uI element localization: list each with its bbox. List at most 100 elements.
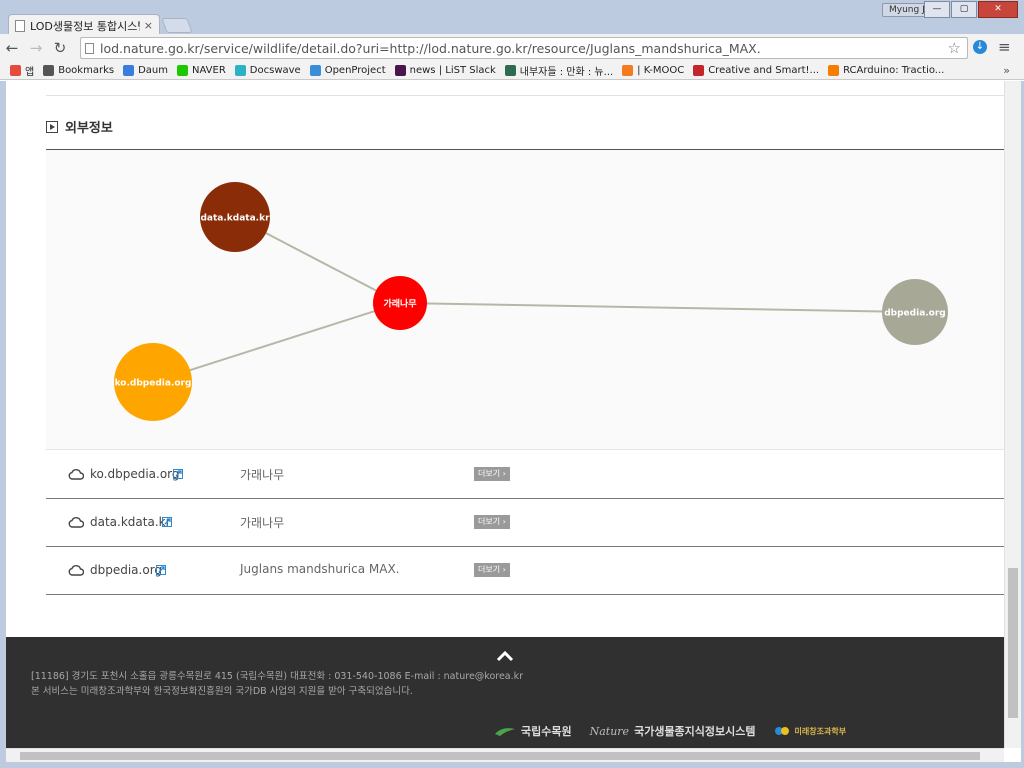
play-box-icon bbox=[46, 120, 58, 133]
cloud-icon bbox=[68, 517, 84, 528]
bookmark-item[interactable]: 내부자들 : 만화 : 뉴... bbox=[504, 63, 614, 78]
footer: [11186] 경기도 포천시 소홀읍 광릉수목원로 415 (국립수목원) 대… bbox=[6, 637, 1004, 748]
bookmark-label: Daum bbox=[138, 65, 168, 76]
cloud-icon bbox=[68, 469, 84, 480]
graph-node-label: data.kdata.kr bbox=[200, 214, 270, 224]
link-graph-panel: data.kdata.kr ko.dbpedia.org dbpedia.org 가래… bbox=[46, 150, 1004, 450]
bookmarks-bar: 앱 Bookmarks Daum NAVER Docswave OpenProject ne… bbox=[0, 62, 1024, 80]
bookmark-item[interactable]: Bookmarks bbox=[43, 65, 114, 76]
footer-address: [11186] 경기도 포천시 소홀읍 광릉수목원로 415 (국립수목원) 대… bbox=[31, 671, 524, 682]
footer-note: 본 서비스는 미래창조과학부와 한국정보화진흥원의 국가DB 사업의 지원을 받… bbox=[31, 686, 413, 697]
bookmark-item[interactable]: 앱 bbox=[10, 63, 34, 78]
bookmark-star-icon[interactable]: ☆ bbox=[948, 39, 967, 57]
scrollbar-thumb[interactable] bbox=[1008, 568, 1018, 718]
graph-node[interactable]: ko.dbpedia.org bbox=[114, 343, 192, 421]
more-button[interactable]: 더보기 › bbox=[474, 515, 510, 529]
external-link-icon[interactable] bbox=[156, 565, 166, 575]
bookmark-favicon-icon bbox=[622, 65, 634, 76]
resource-label: Juglans mandshurica MAX. bbox=[240, 562, 400, 576]
forward-icon[interactable]: → bbox=[24, 39, 48, 57]
page-viewport: 외부정보 data.kdata.kr ko.dbpedia.org dbpedia.… bbox=[6, 81, 1004, 748]
bookmark-item[interactable]: news | LiST Slack bbox=[394, 65, 496, 76]
source-name[interactable]: data.kdata.kr bbox=[90, 515, 171, 529]
bookmark-item[interactable]: OpenProject bbox=[309, 65, 386, 76]
back-icon[interactable]: ← bbox=[0, 39, 24, 57]
bookmark-item[interactable]: RCArduino: Tractio... bbox=[828, 65, 944, 76]
maximize-button[interactable]: ▢ bbox=[951, 1, 977, 18]
cloud-icon bbox=[68, 565, 84, 576]
logo-ministry[interactable]: 미래창조과학부 bbox=[774, 724, 847, 738]
bookmark-item[interactable]: NAVER bbox=[177, 65, 226, 76]
resource-label: 가래나무 bbox=[240, 468, 285, 482]
section-header: 외부정보 bbox=[46, 117, 113, 136]
link-row: data.kdata.kr 가래나무 더보기 › bbox=[46, 499, 1004, 547]
horizontal-scrollbar[interactable] bbox=[6, 748, 1004, 762]
graph-node-label: ko.dbpedia.org bbox=[115, 379, 192, 389]
bookmark-favicon-icon bbox=[43, 65, 55, 76]
more-button[interactable]: 더보기 › bbox=[474, 563, 510, 577]
bookmark-label: news | LiST Slack bbox=[409, 65, 496, 76]
graph-node[interactable]: data.kdata.kr bbox=[200, 182, 270, 252]
bookmark-item[interactable]: | K-MOOC bbox=[622, 65, 684, 76]
source-name[interactable]: dbpedia.org bbox=[90, 563, 162, 577]
close-window-button[interactable]: ✕ bbox=[978, 1, 1018, 18]
url-text[interactable]: lod.nature.go.kr/service/wildlife/detail… bbox=[100, 41, 948, 56]
source-name[interactable]: ko.dbpedia.org bbox=[90, 467, 180, 481]
graph-node-label: 가래나무 bbox=[383, 298, 416, 310]
bookmark-favicon-icon bbox=[309, 65, 321, 76]
link-row: ko.dbpedia.org 가래나무 더보기 › bbox=[46, 451, 1004, 499]
menu-icon[interactable]: ≡ bbox=[998, 38, 1011, 56]
extension-icon[interactable]: ↓ bbox=[973, 40, 987, 54]
bookmark-favicon-icon bbox=[504, 65, 516, 76]
vertical-scrollbar[interactable] bbox=[1004, 81, 1021, 748]
address-bar[interactable]: lod.nature.go.kr/service/wildlife/detail… bbox=[80, 37, 968, 59]
nature-logo-mark: Nature bbox=[589, 724, 630, 738]
bookmark-favicon-icon bbox=[234, 65, 246, 76]
bookmark-favicon-icon bbox=[394, 65, 406, 76]
bookmarks-overflow-icon[interactable]: » bbox=[1003, 64, 1010, 77]
tab-close-icon[interactable]: × bbox=[144, 19, 153, 32]
window-controls: — ▢ ✕ bbox=[923, 1, 1018, 18]
link-row: dbpedia.org Juglans mandshurica MAX. 더보기… bbox=[46, 547, 1004, 595]
bookmark-label: NAVER bbox=[192, 65, 226, 76]
browser-tab[interactable]: LOD생물정보 통합시스템 × bbox=[8, 14, 160, 36]
logo-text: 국가생물종지식정보시스템 bbox=[634, 725, 756, 738]
bookmark-favicon-icon bbox=[123, 65, 135, 76]
external-link-icon[interactable] bbox=[173, 469, 183, 479]
scrollbar-thumb[interactable] bbox=[20, 752, 980, 760]
logo-text: 미래창조과학부 bbox=[794, 726, 847, 736]
bookmark-item[interactable]: Creative and Smart!... bbox=[693, 65, 819, 76]
external-link-icon[interactable] bbox=[162, 517, 172, 527]
bookmark-favicon-icon bbox=[10, 65, 21, 76]
bookmark-label: 앱 bbox=[25, 67, 35, 78]
graph-edge bbox=[399, 302, 916, 313]
resource-label: 가래나무 bbox=[240, 516, 285, 530]
window-titlebar: LOD생물정보 통합시스템 × Myung Jin — ▢ ✕ bbox=[0, 0, 1024, 36]
bookmark-label: | K-MOOC bbox=[637, 65, 685, 76]
bookmark-label: Bookmarks bbox=[58, 65, 115, 76]
page-icon bbox=[85, 42, 94, 54]
logo-national-arboretum[interactable]: 국립수목원 bbox=[494, 723, 572, 739]
window-frame bbox=[0, 762, 1024, 768]
page-icon bbox=[15, 19, 25, 32]
bookmark-label: 내부자들 : 만화 : 뉴... bbox=[519, 67, 614, 78]
link-graph: data.kdata.kr ko.dbpedia.org dbpedia.org 가래… bbox=[114, 182, 948, 421]
bookmark-favicon-icon bbox=[693, 65, 705, 76]
new-tab-button[interactable] bbox=[161, 18, 193, 33]
bookmark-item[interactable]: Docswave bbox=[234, 65, 301, 76]
bookmark-item[interactable]: Daum bbox=[123, 65, 168, 76]
leaf-icon bbox=[495, 728, 515, 736]
tab-title: LOD생물정보 통합시스템 bbox=[30, 19, 140, 33]
graph-node[interactable]: 가래나무 bbox=[373, 276, 427, 330]
bookmark-label: OpenProject bbox=[324, 65, 386, 76]
graph-node[interactable]: dbpedia.org bbox=[882, 279, 948, 345]
bookmark-label: RCArduino: Tractio... bbox=[843, 65, 945, 76]
logo-species-system[interactable]: Nature 국가생물종지식정보시스템 bbox=[590, 723, 756, 739]
scroll-to-top-icon[interactable] bbox=[496, 649, 514, 663]
more-button[interactable]: 더보기 › bbox=[474, 467, 510, 481]
bookmark-label: Creative and Smart!... bbox=[708, 65, 820, 76]
bookmark-label: Docswave bbox=[249, 65, 301, 76]
minimize-button[interactable]: — bbox=[924, 1, 950, 18]
ministry-emblem-icon bbox=[774, 727, 789, 735]
reload-icon[interactable]: ↻ bbox=[48, 39, 72, 57]
